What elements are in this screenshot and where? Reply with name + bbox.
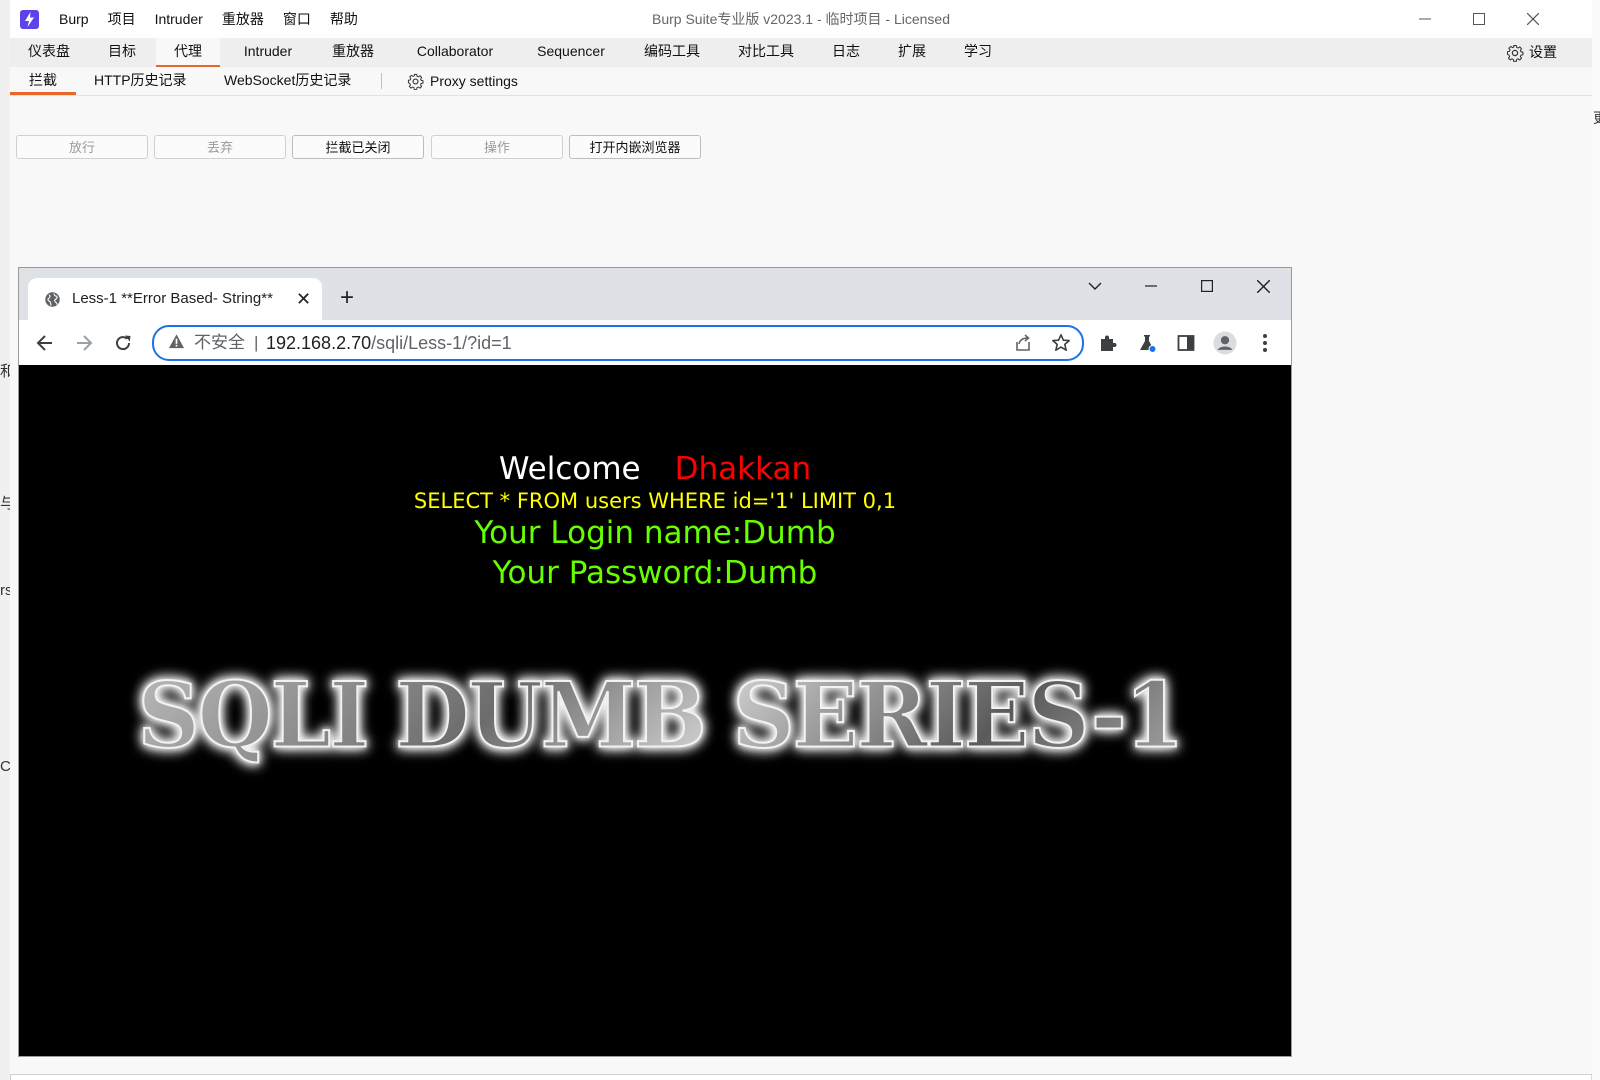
- settings-button[interactable]: 设置: [1506, 38, 1557, 67]
- tab-comparer[interactable]: 对比工具: [730, 38, 802, 67]
- browser-maximize-button[interactable]: [1179, 268, 1235, 304]
- address-bar[interactable]: 不安全 | 192.168.2.70/sqli/Less-1/?id=1: [152, 325, 1084, 361]
- desktop-right-edge: 更: [1591, 0, 1600, 1080]
- address-separator: |: [254, 333, 259, 352]
- tab-search-button[interactable]: [1067, 268, 1123, 304]
- intercept-toggle-button[interactable]: 拦截已关闭: [292, 135, 424, 159]
- desktop-fragment: 更: [1593, 108, 1600, 128]
- subtab-http-history[interactable]: HTTP历史记录: [94, 67, 187, 95]
- url-path: /sqli/Less-1/?id=1: [371, 333, 512, 353]
- password-text: Your Password:Dumb: [492, 555, 818, 591]
- menu-intruder[interactable]: Intruder: [155, 0, 203, 38]
- browser-window: Less-1 **Error Based- String** ✕ + 不安全 |…: [18, 267, 1292, 1057]
- tab-target[interactable]: 目标: [96, 38, 148, 67]
- sqli-banner: SQLI DUMB SERIES-1: [55, 661, 1265, 769]
- proxy-sub-tab-bar: 拦截 HTTP历史记录 WebSocket历史记录 Proxy settings: [10, 67, 1592, 96]
- main-tab-bar: 仪表盘 目标 代理 Intruder 重放器 Collaborator Sequ…: [10, 38, 1592, 68]
- back-button[interactable]: [27, 320, 63, 365]
- tab-intruder[interactable]: Intruder: [230, 38, 306, 67]
- close-icon: [1527, 13, 1539, 25]
- browser-tab[interactable]: Less-1 **Error Based- String** ✕: [28, 278, 322, 320]
- welcome-text: Welcome: [498, 451, 641, 487]
- menu-bar: Burp 项目 Intruder 重放器 窗口 帮助: [59, 0, 377, 38]
- welcome-name: Dhakkan: [674, 451, 812, 487]
- menu-project[interactable]: 项目: [108, 0, 136, 38]
- kebab-menu-icon: [1263, 334, 1267, 352]
- reload-button[interactable]: [105, 320, 141, 365]
- minimize-icon: [1419, 18, 1431, 20]
- browser-tab-title: Less-1 **Error Based- String**: [72, 290, 273, 307]
- maximize-icon: [1201, 280, 1213, 292]
- title-bar: Burp 项目 Intruder 重放器 窗口 帮助 Burp Suite专业版…: [10, 0, 1592, 38]
- subtab-divider: [381, 73, 382, 89]
- burp-logo-icon[interactable]: [20, 10, 39, 29]
- gear-icon: [1506, 44, 1524, 62]
- profile-button[interactable]: [1213, 331, 1237, 355]
- action-button[interactable]: 操作: [431, 135, 563, 159]
- close-tab-icon[interactable]: ✕: [296, 278, 311, 320]
- close-button[interactable]: [1507, 0, 1559, 38]
- flask-icon: [1140, 335, 1157, 353]
- subtab-websocket-history[interactable]: WebSocket历史记录: [224, 67, 351, 95]
- browser-menu-button[interactable]: [1253, 331, 1277, 355]
- menu-help[interactable]: 帮助: [330, 0, 358, 38]
- tab-logger[interactable]: 日志: [822, 38, 870, 67]
- browser-tab-strip: Less-1 **Error Based- String** ✕ +: [19, 268, 1291, 320]
- arrow-right-icon: [77, 334, 93, 351]
- menu-burp[interactable]: Burp: [59, 0, 89, 38]
- drop-button[interactable]: 丢弃: [154, 135, 286, 159]
- menu-repeater[interactable]: 重放器: [222, 0, 264, 38]
- forward-nav-button[interactable]: [66, 320, 102, 365]
- welcome-line: Welcome Dhakkan: [19, 451, 1291, 487]
- maximize-button[interactable]: [1453, 0, 1505, 38]
- tab-extensions[interactable]: 扩展: [888, 38, 936, 67]
- side-panel-icon: [1177, 335, 1195, 351]
- browser-toolbar: 不安全 | 192.168.2.70/sqli/Less-1/?id=1: [19, 320, 1291, 366]
- browser-close-button[interactable]: [1235, 268, 1291, 304]
- settings-label: 设置: [1529, 44, 1557, 60]
- tab-sequencer[interactable]: Sequencer: [524, 38, 618, 67]
- minimize-icon: [1145, 285, 1157, 287]
- new-tab-button[interactable]: +: [340, 284, 354, 312]
- reload-icon: [116, 335, 131, 350]
- tab-repeater[interactable]: 重放器: [320, 38, 386, 67]
- menu-window[interactable]: 窗口: [283, 0, 311, 38]
- gear-icon: [407, 73, 424, 90]
- proxy-settings-label: Proxy settings: [430, 73, 518, 89]
- login-name-text: Your Login name:Dumb: [474, 515, 836, 551]
- sql-query-text: SELECT * FROM users WHERE id='1' LIMIT 0…: [413, 489, 897, 513]
- browser-minimize-button[interactable]: [1123, 268, 1179, 304]
- web-page-content: Welcome Dhakkan SELECT * FROM users WHERE…: [19, 365, 1291, 1056]
- subtab-intercept[interactable]: 拦截: [10, 67, 76, 95]
- tab-proxy[interactable]: 代理: [156, 38, 220, 67]
- extensions-button[interactable]: [1096, 331, 1120, 355]
- profile-icon: [1213, 331, 1237, 355]
- open-browser-button[interactable]: 打开内嵌浏览器: [569, 135, 701, 159]
- tab-learn[interactable]: 学习: [954, 38, 1002, 67]
- not-secure-label[interactable]: 不安全: [194, 327, 245, 359]
- tab-dashboard[interactable]: 仪表盘: [16, 38, 82, 67]
- address-url[interactable]: 192.168.2.70/sqli/Less-1/?id=1: [266, 327, 512, 359]
- url-host: 192.168.2.70: [266, 333, 372, 353]
- arrow-left-icon: [36, 334, 52, 351]
- labs-button[interactable]: [1135, 331, 1159, 355]
- minimize-button[interactable]: [1399, 0, 1451, 38]
- chevron-down-icon: [1088, 282, 1102, 290]
- tab-collaborator[interactable]: Collaborator: [402, 38, 508, 67]
- tab-decoder[interactable]: 编码工具: [636, 38, 708, 67]
- maximize-icon: [1473, 13, 1485, 25]
- close-icon: [1256, 279, 1270, 293]
- side-panel-button[interactable]: [1174, 331, 1198, 355]
- globe-icon: [45, 292, 60, 307]
- warning-icon[interactable]: [168, 333, 185, 350]
- banner-text: SQLI DUMB SERIES-1: [137, 661, 1186, 769]
- puzzle-icon: [1101, 335, 1117, 351]
- share-icon[interactable]: [1013, 333, 1033, 353]
- proxy-settings-button[interactable]: Proxy settings: [407, 67, 518, 95]
- star-icon[interactable]: [1051, 333, 1071, 353]
- forward-button[interactable]: 放行: [16, 135, 148, 159]
